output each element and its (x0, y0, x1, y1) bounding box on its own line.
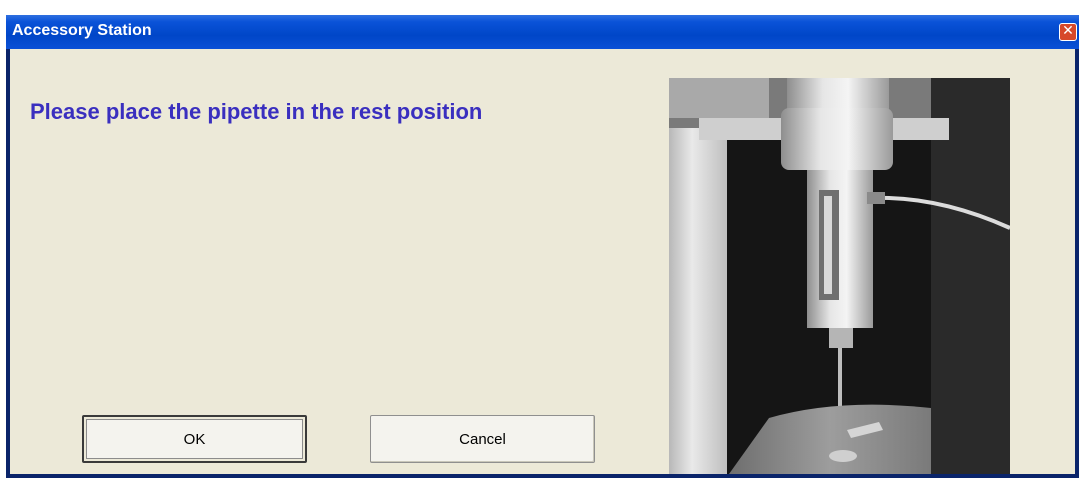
instruction-message: Please place the pipette in the rest pos… (30, 99, 483, 124)
title-bar[interactable]: Accessory Station ✕ (6, 15, 1079, 49)
ok-button[interactable]: OK (82, 415, 307, 463)
close-button[interactable]: ✕ (1059, 23, 1077, 41)
dialog-window: Accessory Station ✕ Please place the pip… (6, 15, 1079, 478)
dialog-body: Please place the pipette in the rest pos… (10, 49, 1075, 474)
cancel-button[interactable]: Cancel (370, 415, 595, 463)
close-icon: ✕ (1062, 23, 1074, 39)
pipette-photo-drawing (669, 78, 1010, 474)
pipette-photo (669, 78, 1010, 474)
window-title: Accessory Station (12, 22, 152, 39)
